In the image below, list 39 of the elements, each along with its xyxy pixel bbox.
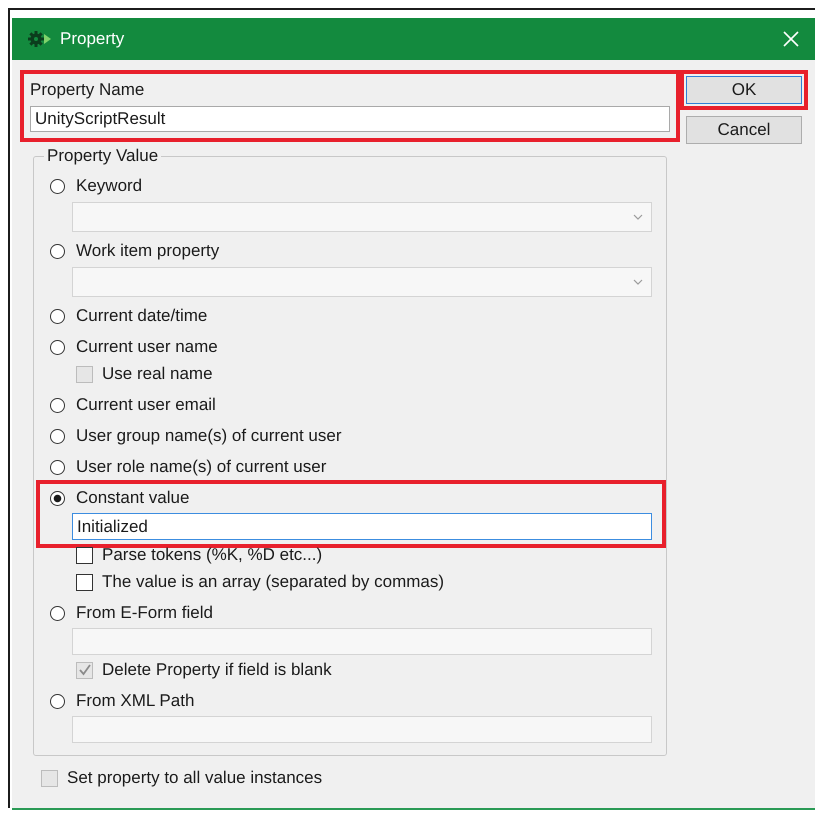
field-label: Property Name xyxy=(30,80,146,100)
window-title: Property xyxy=(60,29,124,49)
option-label: From E-Form field xyxy=(76,603,213,623)
option-label: Keyword xyxy=(76,176,142,196)
chevron-down-icon xyxy=(633,214,643,220)
checkbox-label: Set property to all value instances xyxy=(67,768,322,788)
option-label: User group name(s) of current user xyxy=(76,426,342,446)
checkbox[interactable] xyxy=(76,546,93,564)
cancel-button[interactable]: Cancel xyxy=(686,116,802,144)
radio-button[interactable] xyxy=(50,606,65,620)
input-field[interactable]: Initialized xyxy=(72,513,652,540)
property-name-field[interactable]: UnityScriptResult xyxy=(30,106,670,132)
checkbox-label: Parse tokens (%K, %D etc...) xyxy=(102,545,322,565)
checkbox[interactable] xyxy=(76,574,93,590)
radio-button[interactable] xyxy=(50,340,65,354)
checkbox-label: Delete Property if field is blank xyxy=(102,660,332,680)
chevron-down-icon xyxy=(633,279,643,285)
option-label: Constant value xyxy=(76,488,190,508)
ok-button[interactable]: OK xyxy=(686,76,802,104)
option-label: Current user name xyxy=(76,337,218,357)
gear-arrow-icon xyxy=(28,30,52,48)
option-label: From XML Path xyxy=(76,691,194,711)
radio-button[interactable] xyxy=(50,694,65,708)
option-label: Current date/time xyxy=(76,306,208,326)
option-label: User role name(s) of current user xyxy=(76,457,326,477)
option-label: Work item property xyxy=(76,241,220,261)
option-label: Current user email xyxy=(76,395,216,415)
checkbox-label: The value is an array (separated by commas) xyxy=(102,572,444,592)
radio-button[interactable] xyxy=(50,460,65,474)
check-icon xyxy=(78,663,92,677)
radio-button[interactable] xyxy=(50,490,65,506)
radio-button[interactable] xyxy=(50,178,65,194)
radio-button[interactable] xyxy=(50,428,65,444)
radio-button[interactable] xyxy=(50,398,65,412)
radio-button[interactable] xyxy=(50,308,65,324)
close-icon xyxy=(783,31,799,47)
checkbox-label: Use real name xyxy=(102,364,213,384)
radio-button[interactable] xyxy=(50,244,65,258)
group-title: Property Value xyxy=(46,146,160,166)
